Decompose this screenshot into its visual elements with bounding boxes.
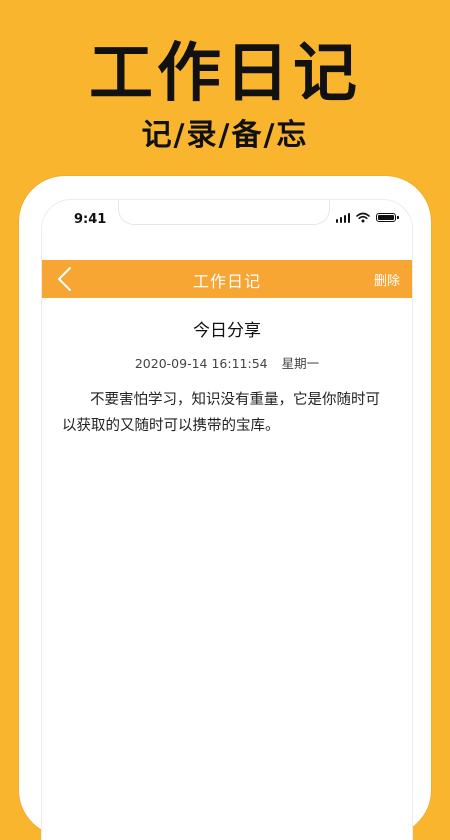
promo-subtitle: 记/录/备/忘: [141, 118, 309, 153]
nav-bar: 工作日记 删除: [42, 260, 412, 298]
status-time: 9:41: [74, 212, 107, 227]
nav-title: 工作日记: [192, 272, 261, 291]
status-icons: [335, 212, 399, 223]
phone-screen: 9:41 工作日记 删除 今日分享 2020-09-14 16:11:54 星期一…: [41, 199, 413, 840]
entry-title: 今日分享: [193, 321, 261, 341]
wifi-icon: [356, 212, 370, 223]
entry-body: 不要害怕学习，知识没有重量，它是你随时可以获取的又随时可以携带的宝库。: [62, 392, 380, 434]
battery-icon: [376, 213, 399, 222]
signal-icon: [335, 212, 350, 223]
phone-notch: [118, 200, 330, 225]
entry-datetime: 2020-09-14 16:11:54: [134, 356, 268, 371]
entry-weekday: 星期一: [281, 356, 320, 371]
delete-button[interactable]: 删除: [374, 270, 400, 289]
promo-title: 工作日记: [89, 36, 361, 111]
entry-meta: 2020-09-14 16:11:54 星期一: [42, 353, 412, 372]
phone-frame: 9:41 工作日记 删除 今日分享 2020-09-14 16:11:54 星期一…: [19, 176, 431, 840]
